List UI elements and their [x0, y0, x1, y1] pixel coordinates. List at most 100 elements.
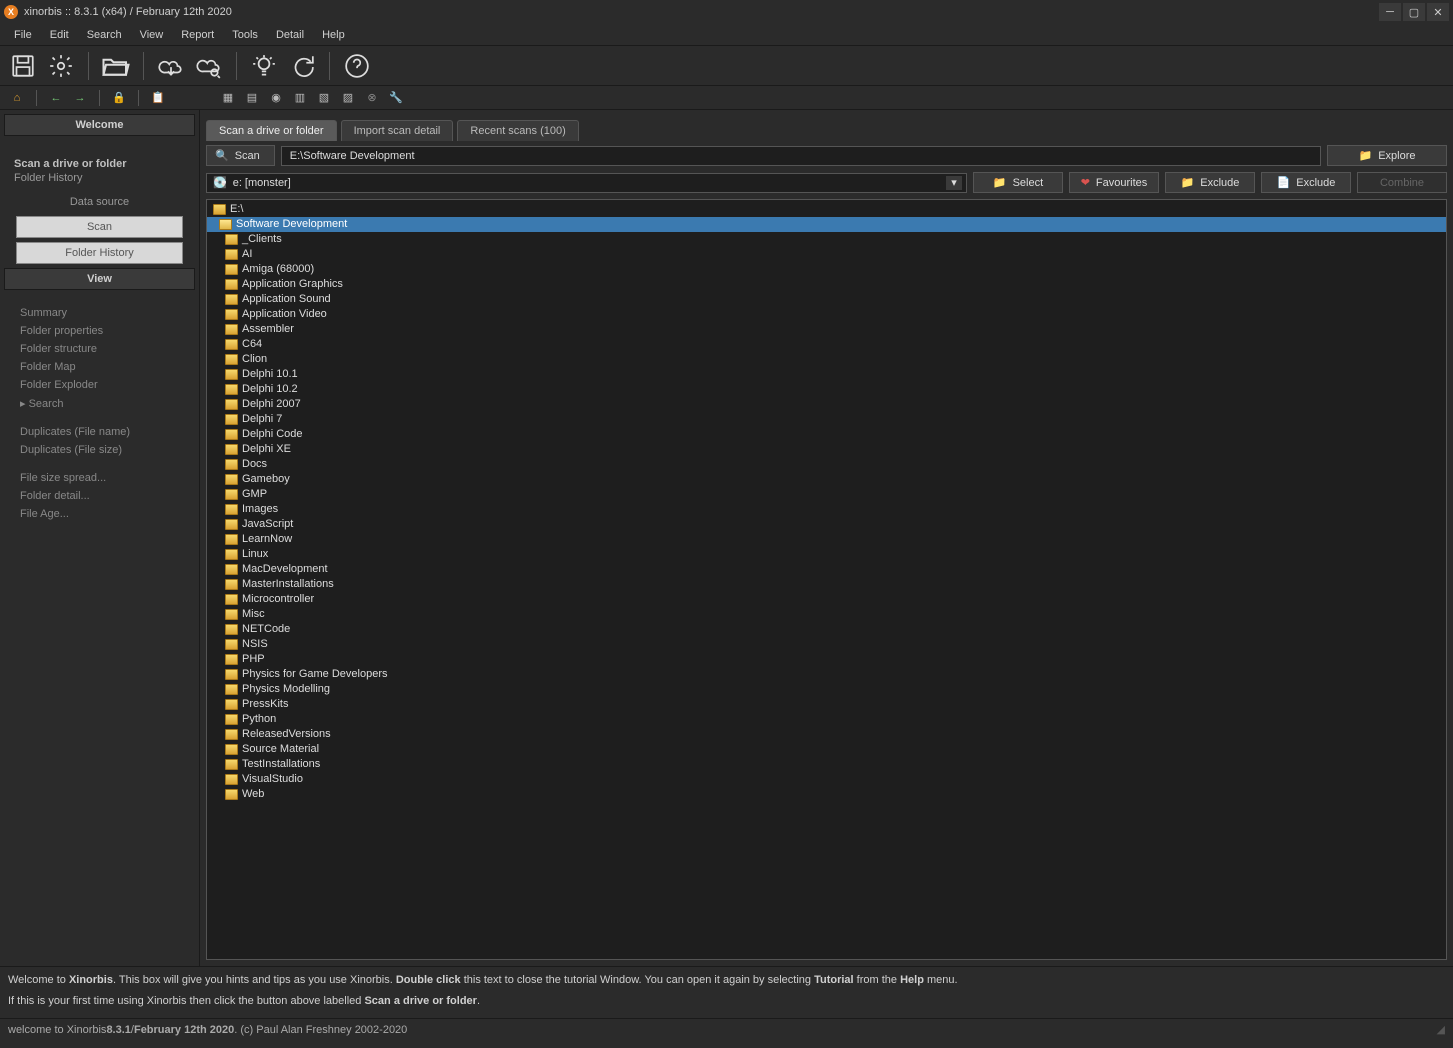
- tree-item[interactable]: Physics for Game Developers: [207, 667, 1446, 682]
- sidebar-link-search[interactable]: Search: [0, 394, 199, 413]
- exclude-button[interactable]: 📁Exclude: [1165, 172, 1255, 193]
- tree-item[interactable]: Docs: [207, 457, 1446, 472]
- doc1-icon[interactable]: ▦: [219, 89, 237, 107]
- tree-item[interactable]: TestInstallations: [207, 757, 1446, 772]
- tree-item[interactable]: Delphi 2007: [207, 397, 1446, 412]
- doc4-icon[interactable]: ▧: [315, 89, 333, 107]
- tree-item[interactable]: C64: [207, 337, 1446, 352]
- clipboard-icon[interactable]: 📋: [149, 89, 167, 107]
- tab-import-scan-detail[interactable]: Import scan detail: [341, 120, 454, 141]
- scan-action-button[interactable]: 🔍 Scan: [206, 145, 275, 166]
- menu-file[interactable]: File: [6, 27, 40, 43]
- tree-item[interactable]: Delphi 7: [207, 412, 1446, 427]
- menu-search[interactable]: Search: [79, 27, 130, 43]
- menu-help[interactable]: Help: [314, 27, 353, 43]
- tab-scan-a-drive-or-folder[interactable]: Scan a drive or folder: [206, 120, 337, 141]
- tree-item[interactable]: LearnNow: [207, 532, 1446, 547]
- menu-edit[interactable]: Edit: [42, 27, 77, 43]
- bulb-icon[interactable]: [249, 51, 279, 81]
- menu-report[interactable]: Report: [173, 27, 222, 43]
- path-input[interactable]: [281, 146, 1321, 166]
- tree-item[interactable]: Python: [207, 712, 1446, 727]
- tree-item[interactable]: Application Graphics: [207, 277, 1446, 292]
- sidebar-link-folder-properties[interactable]: Folder properties: [0, 322, 199, 340]
- select-button[interactable]: 📁Select: [973, 172, 1063, 193]
- tree-item[interactable]: Amiga (68000): [207, 262, 1446, 277]
- sidebar-link-file-age-[interactable]: File Age...: [0, 505, 199, 523]
- hint-bar[interactable]: Welcome to Xinorbis. This box will give …: [0, 966, 1453, 1018]
- close-button[interactable]: ✕: [1427, 3, 1449, 21]
- tree-item[interactable]: GMP: [207, 487, 1446, 502]
- doc2-icon[interactable]: ▤: [243, 89, 261, 107]
- menu-tools[interactable]: Tools: [224, 27, 266, 43]
- resize-grip-icon[interactable]: ◢: [1437, 1023, 1445, 1036]
- drive-select[interactable]: 💽 e: [monster] ▾: [206, 173, 967, 193]
- sidebar-link-folder-exploder[interactable]: Folder Exploder: [0, 376, 199, 394]
- menu-detail[interactable]: Detail: [268, 27, 312, 43]
- maximize-button[interactable]: ▢: [1403, 3, 1425, 21]
- tree-item[interactable]: NSIS: [207, 637, 1446, 652]
- tree-item[interactable]: PHP: [207, 652, 1446, 667]
- cloud-search-icon[interactable]: [194, 51, 224, 81]
- favourites-button[interactable]: ❤Favourites: [1069, 172, 1159, 193]
- tree-item[interactable]: Linux: [207, 547, 1446, 562]
- sidebar-link-duplicates-file-size-[interactable]: Duplicates (File size): [0, 441, 199, 459]
- tree-item[interactable]: Microcontroller: [207, 592, 1446, 607]
- save-icon[interactable]: [8, 51, 38, 81]
- tree-item[interactable]: Application Video: [207, 307, 1446, 322]
- cloud-down-icon[interactable]: [156, 51, 186, 81]
- help-icon[interactable]: [342, 51, 372, 81]
- tree-item[interactable]: Images: [207, 502, 1446, 517]
- tree-item[interactable]: Misc: [207, 607, 1446, 622]
- tree-item[interactable]: VisualStudio: [207, 772, 1446, 787]
- tree-item[interactable]: E:\: [207, 202, 1446, 217]
- tree-item[interactable]: Delphi 10.1: [207, 367, 1446, 382]
- tree-item[interactable]: AI: [207, 247, 1446, 262]
- doc5-icon[interactable]: ▨: [339, 89, 357, 107]
- sidebar-link-file-size-spread-[interactable]: File size spread...: [0, 469, 199, 487]
- tree-item[interactable]: PressKits: [207, 697, 1446, 712]
- folder-history-button[interactable]: Folder History: [16, 242, 183, 264]
- sidebar-link-folder-map[interactable]: Folder Map: [0, 358, 199, 376]
- tree-item[interactable]: MasterInstallations: [207, 577, 1446, 592]
- forward-icon[interactable]: →: [71, 89, 89, 107]
- tree-item[interactable]: _Clients: [207, 232, 1446, 247]
- tree-item[interactable]: Physics Modelling: [207, 682, 1446, 697]
- scan-button[interactable]: Scan: [16, 216, 183, 238]
- minimize-button[interactable]: ─: [1379, 3, 1401, 21]
- cancel-icon[interactable]: ⊗: [363, 89, 381, 107]
- tree-item[interactable]: Delphi XE: [207, 442, 1446, 457]
- tree-item[interactable]: JavaScript: [207, 517, 1446, 532]
- explore-button[interactable]: 📁 Explore: [1327, 145, 1447, 166]
- gear-icon[interactable]: [46, 51, 76, 81]
- home-icon[interactable]: ⌂: [8, 89, 26, 107]
- tree-item[interactable]: Web: [207, 787, 1446, 802]
- refresh-icon[interactable]: [287, 51, 317, 81]
- doc3-icon[interactable]: ▥: [291, 89, 309, 107]
- sidebar-link-summary[interactable]: Summary: [0, 304, 199, 322]
- tree-item[interactable]: Clion: [207, 352, 1446, 367]
- wrench-icon[interactable]: 🔧: [387, 89, 405, 107]
- tree-item[interactable]: Software Development: [207, 217, 1446, 232]
- back-icon[interactable]: ←: [47, 89, 65, 107]
- tree-item[interactable]: MacDevelopment: [207, 562, 1446, 577]
- tree-item[interactable]: Assembler: [207, 322, 1446, 337]
- sidebar-link-duplicates-file-name-[interactable]: Duplicates (File name): [0, 423, 199, 441]
- tree-item[interactable]: ReleasedVersions: [207, 727, 1446, 742]
- globe-icon[interactable]: ◉: [267, 89, 285, 107]
- tree-item[interactable]: Gameboy: [207, 472, 1446, 487]
- lock-icon[interactable]: 🔒: [110, 89, 128, 107]
- menu-view[interactable]: View: [132, 27, 172, 43]
- folder-tree[interactable]: E:\Software Development_ClientsAIAmiga (…: [206, 199, 1447, 960]
- folder-icon: [225, 504, 238, 515]
- sidebar-link-folder-structure[interactable]: Folder structure: [0, 340, 199, 358]
- tree-item[interactable]: NETCode: [207, 622, 1446, 637]
- tab-recent-scans-100-[interactable]: Recent scans (100): [457, 120, 578, 141]
- folder-open-icon[interactable]: [101, 51, 131, 81]
- tree-item[interactable]: Delphi 10.2: [207, 382, 1446, 397]
- tree-item[interactable]: Source Material: [207, 742, 1446, 757]
- tree-item[interactable]: Delphi Code: [207, 427, 1446, 442]
- exclude-button[interactable]: 📄Exclude: [1261, 172, 1351, 193]
- tree-item[interactable]: Application Sound: [207, 292, 1446, 307]
- sidebar-link-folder-detail-[interactable]: Folder detail...: [0, 487, 199, 505]
